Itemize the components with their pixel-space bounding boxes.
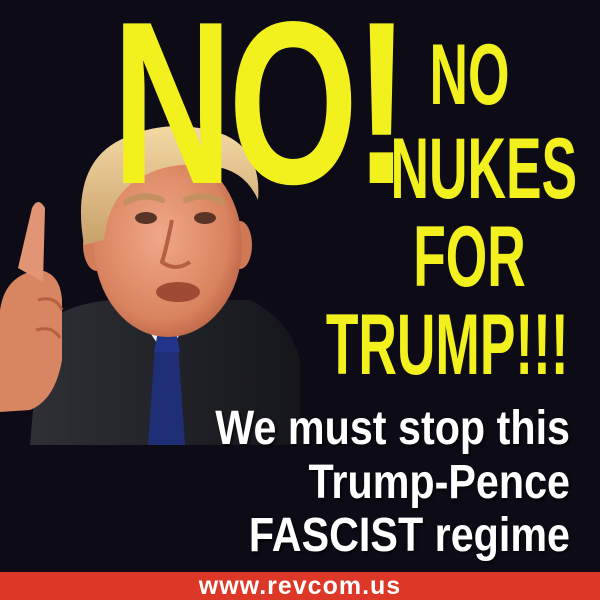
slogan-line-4: TRUMP!!! — [325, 297, 569, 393]
slogan-line-3: FOR — [413, 209, 526, 305]
call-to-action-line-1: We must stop this — [215, 402, 570, 455]
call-to-action-line-3: FASCIST regime — [248, 509, 570, 562]
slogan-line-2: NUKES — [390, 121, 578, 217]
footer-bar: www.revcom.us — [0, 572, 600, 600]
website-link[interactable]: www.revcom.us — [0, 572, 600, 600]
headline-no: NO! — [112, 0, 410, 233]
call-to-action-line-2: Trump-Pence — [308, 456, 570, 509]
protest-poster: NO! NO NUKES FOR TRUMP!!! We must stop t… — [0, 0, 600, 600]
slogan-line-1: NO — [429, 27, 510, 123]
